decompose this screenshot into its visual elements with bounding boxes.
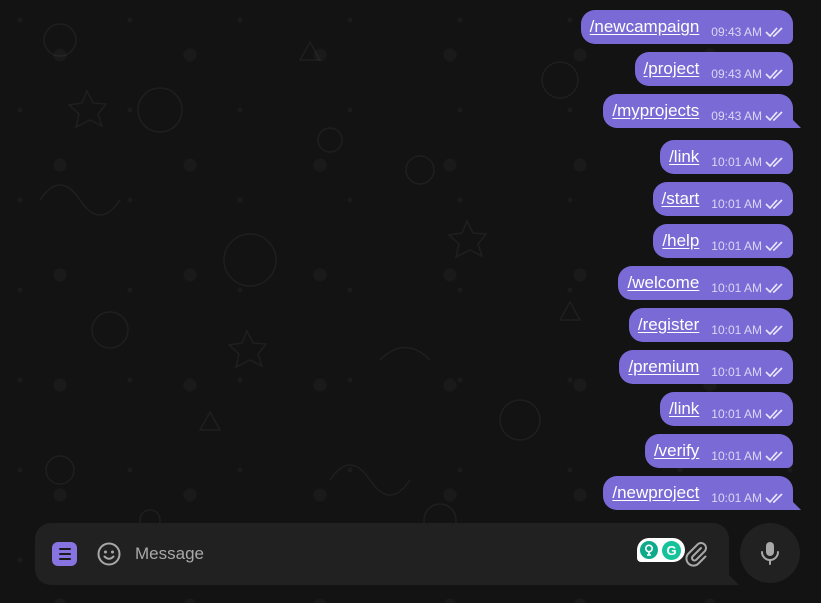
message-time: 09:43 AM xyxy=(711,24,762,39)
double-check-icon xyxy=(765,68,783,79)
bot-command-link[interactable]: /project xyxy=(644,59,700,79)
assistant-extension-icon[interactable] xyxy=(640,541,658,559)
bot-command-link[interactable]: /newcampaign xyxy=(590,17,700,37)
message-time: 09:43 AM xyxy=(711,108,762,123)
message-bubble: /newcampaign 09:43 AM xyxy=(580,10,793,44)
bot-menu-icon-line xyxy=(58,553,71,555)
bot-command-link[interactable]: /premium xyxy=(628,357,699,377)
bot-command-link[interactable]: /register xyxy=(638,315,699,335)
bot-command-link[interactable]: /newproject xyxy=(612,483,699,503)
double-check-icon xyxy=(765,324,783,335)
message-input[interactable] xyxy=(135,539,615,569)
bot-menu-icon-line xyxy=(58,558,71,560)
bot-command-link[interactable]: /link xyxy=(669,399,699,419)
double-check-icon xyxy=(765,492,783,503)
message-bubble: /newproject 10:01 AM xyxy=(603,476,801,510)
message-bubble: /help 10:01 AM xyxy=(653,224,793,258)
message-time: 10:01 AM xyxy=(711,238,762,253)
double-check-icon xyxy=(765,156,783,167)
microphone-button[interactable] xyxy=(740,523,800,583)
bot-command-link[interactable]: /start xyxy=(662,189,700,209)
double-check-icon xyxy=(765,198,783,209)
message-time: 09:43 AM xyxy=(711,66,762,81)
bot-menu-button[interactable] xyxy=(52,542,77,566)
message-time: 10:01 AM xyxy=(711,364,762,379)
double-check-icon xyxy=(765,110,783,121)
message-bubble: /project 09:43 AM xyxy=(634,52,793,86)
message-time: 10:01 AM xyxy=(711,406,762,421)
paperclip-icon[interactable] xyxy=(685,540,711,568)
message-time: 10:01 AM xyxy=(711,490,762,505)
double-check-icon xyxy=(765,408,783,419)
message-bubble: /link 10:01 AM xyxy=(660,140,793,174)
extension-badge[interactable]: G xyxy=(637,538,685,562)
message-time: 10:01 AM xyxy=(711,448,762,463)
message-time: 10:01 AM xyxy=(711,154,762,169)
bot-command-link[interactable]: /verify xyxy=(654,441,699,461)
grammarly-icon[interactable]: G xyxy=(662,540,681,560)
bot-command-link[interactable]: /help xyxy=(662,231,699,251)
double-check-icon xyxy=(765,26,783,37)
message-time: 10:01 AM xyxy=(711,196,762,211)
message-list[interactable]: /newcampaign 09:43 AM /project 09:43 AM … xyxy=(0,0,821,520)
emoji-icon[interactable] xyxy=(96,541,122,567)
message-bubble: /welcome 10:01 AM xyxy=(618,266,793,300)
message-bubble: /verify 10:01 AM xyxy=(644,434,793,468)
double-check-icon xyxy=(765,366,783,377)
microphone-icon xyxy=(761,542,779,565)
bot-command-link[interactable]: /link xyxy=(669,147,699,167)
message-time: 10:01 AM xyxy=(711,280,762,295)
bot-command-link[interactable]: /myprojects xyxy=(612,101,699,121)
message-bubble: /register 10:01 AM xyxy=(628,308,793,342)
bot-menu-icon-line xyxy=(58,548,71,550)
message-composer: G xyxy=(35,523,739,585)
message-bubble: /link 10:01 AM xyxy=(660,392,793,426)
double-check-icon xyxy=(765,240,783,251)
message-time: 10:01 AM xyxy=(711,322,762,337)
bot-command-link[interactable]: /welcome xyxy=(627,273,699,293)
message-bubble: /myprojects 09:43 AM xyxy=(603,94,801,128)
message-bubble: /start 10:01 AM xyxy=(652,182,793,216)
double-check-icon xyxy=(765,282,783,293)
message-bubble: /premium 10:01 AM xyxy=(619,350,793,384)
double-check-icon xyxy=(765,450,783,461)
